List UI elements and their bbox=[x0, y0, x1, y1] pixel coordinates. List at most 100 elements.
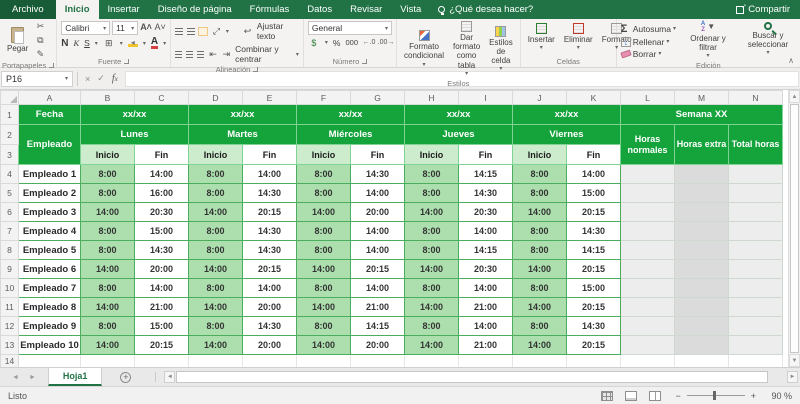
cell-E8[interactable]: 14:30 bbox=[242, 240, 297, 260]
cell-B11[interactable]: 14:00 bbox=[80, 297, 135, 317]
autosum-button[interactable]: Σ Autosuma ▾ bbox=[621, 23, 676, 35]
cell-L7[interactable] bbox=[620, 221, 675, 241]
row-header-12[interactable]: 12 bbox=[0, 316, 19, 336]
cell-K12[interactable]: 14:30 bbox=[566, 316, 621, 336]
cell-H1[interactable]: xx/xx bbox=[404, 104, 513, 125]
cell-L10[interactable] bbox=[620, 278, 675, 298]
cell-L5[interactable] bbox=[620, 183, 675, 203]
tab-vista[interactable]: Vista bbox=[391, 0, 430, 19]
tab-inicio[interactable]: Inicio bbox=[55, 0, 99, 19]
row-header-2[interactable]: 2 bbox=[0, 124, 19, 145]
vertical-scrollbar[interactable]: ▲ ▼ bbox=[788, 90, 800, 367]
tab-formulas[interactable]: Fórmulas bbox=[241, 0, 299, 19]
increase-font-icon[interactable]: A˄ bbox=[140, 21, 152, 32]
cell-K4[interactable]: 14:00 bbox=[566, 164, 621, 184]
cell-F1[interactable]: xx/xx bbox=[296, 104, 405, 125]
scroll-up-button[interactable]: ▲ bbox=[789, 90, 800, 103]
cell-G8[interactable]: 14:00 bbox=[350, 240, 405, 260]
cell-H8[interactable]: 8:00 bbox=[404, 240, 459, 260]
cell-M7[interactable] bbox=[674, 221, 729, 241]
cell-N8[interactable] bbox=[728, 240, 783, 260]
cell-N5[interactable] bbox=[728, 183, 783, 203]
column-header-E[interactable]: E bbox=[242, 90, 297, 105]
tab-diseno-de-pagina[interactable]: Diseño de página bbox=[149, 0, 241, 19]
cell-A12[interactable]: Empleado 9 bbox=[18, 316, 81, 336]
cell-H3[interactable]: Inicio bbox=[404, 144, 459, 165]
cell-F9[interactable]: 14:00 bbox=[296, 259, 351, 279]
cell-H4[interactable]: 8:00 bbox=[404, 164, 459, 184]
cell-C9[interactable]: 20:00 bbox=[134, 259, 189, 279]
decrease-indent-icon[interactable]: ⇤ bbox=[208, 49, 217, 60]
scroll-down-button[interactable]: ▼ bbox=[789, 354, 800, 367]
horizontal-scroll-thumb[interactable] bbox=[176, 371, 768, 383]
enter-icon[interactable]: ✓ bbox=[97, 73, 105, 84]
borders-icon[interactable]: ⊞ bbox=[103, 38, 115, 49]
cell-I4[interactable]: 14:15 bbox=[458, 164, 513, 184]
cell-M2[interactable]: Horas extra bbox=[674, 124, 729, 165]
page-layout-view-icon[interactable] bbox=[625, 390, 638, 401]
row-header-6[interactable]: 6 bbox=[0, 202, 19, 222]
cell-J5[interactable]: 8:00 bbox=[512, 183, 567, 203]
cell-C6[interactable]: 20:30 bbox=[134, 202, 189, 222]
cancel-icon[interactable]: × bbox=[85, 74, 90, 84]
copy-icon[interactable]: ⧉ bbox=[34, 35, 46, 46]
tell-me-box[interactable]: ¿Qué desea hacer? bbox=[430, 0, 541, 19]
select-all-corner[interactable] bbox=[0, 90, 19, 105]
cut-icon[interactable]: ✂ bbox=[34, 21, 46, 32]
cell-J10[interactable]: 8:00 bbox=[512, 278, 567, 298]
cell-N6[interactable] bbox=[728, 202, 783, 222]
cell-L2[interactable]: Horas normales bbox=[620, 124, 675, 165]
cell-H7[interactable]: 8:00 bbox=[404, 221, 459, 241]
cell-I3[interactable]: Fin bbox=[458, 144, 513, 165]
cell-D8[interactable]: 8:00 bbox=[188, 240, 243, 260]
cell-H9[interactable]: 14:00 bbox=[404, 259, 459, 279]
cell-M9[interactable] bbox=[674, 259, 729, 279]
align-bottom-icon[interactable] bbox=[198, 26, 209, 36]
row-header-13[interactable]: 13 bbox=[0, 335, 19, 355]
column-header-K[interactable]: K bbox=[566, 90, 621, 105]
row-header-10[interactable]: 10 bbox=[0, 278, 19, 298]
increase-indent-icon[interactable]: ⇥ bbox=[222, 49, 231, 60]
cell-K3[interactable]: Fin bbox=[566, 144, 621, 165]
cell-J2[interactable]: Viernes bbox=[512, 124, 621, 145]
cell-K9[interactable]: 20:15 bbox=[566, 259, 621, 279]
cell-G14[interactable] bbox=[350, 354, 405, 367]
column-header-F[interactable]: F bbox=[296, 90, 351, 105]
decrease-decimal-icon[interactable]: .00→ bbox=[378, 37, 395, 48]
page-break-view-icon[interactable] bbox=[649, 390, 662, 401]
cell-A6[interactable]: Empleado 3 bbox=[18, 202, 81, 222]
cell-A1[interactable]: Fecha bbox=[18, 104, 81, 125]
wrap-text-icon[interactable]: ↩ bbox=[242, 26, 253, 37]
cell-N11[interactable] bbox=[728, 297, 783, 317]
row-header-1[interactable]: 1 bbox=[0, 104, 19, 125]
cell-J3[interactable]: Inicio bbox=[512, 144, 567, 165]
find-select-button[interactable]: Buscar y seleccionar ▾ bbox=[740, 22, 796, 57]
previous-sheet-icon[interactable]: ◄ bbox=[12, 374, 19, 381]
row-header-5[interactable]: 5 bbox=[0, 183, 19, 203]
cell-G4[interactable]: 14:30 bbox=[350, 164, 405, 184]
collapse-ribbon-button[interactable]: ∧ bbox=[788, 56, 794, 65]
cell-E3[interactable]: Fin bbox=[242, 144, 297, 165]
italic-button[interactable]: K bbox=[73, 38, 79, 48]
cell-L14[interactable] bbox=[620, 354, 675, 367]
cell-I8[interactable]: 14:15 bbox=[458, 240, 513, 260]
cell-H6[interactable]: 14:00 bbox=[404, 202, 459, 222]
column-header-I[interactable]: I bbox=[458, 90, 513, 105]
cell-A9[interactable]: Empleado 6 bbox=[18, 259, 81, 279]
cell-L1[interactable]: Semana XX bbox=[620, 104, 783, 125]
cell-K10[interactable]: 15:00 bbox=[566, 278, 621, 298]
cell-D12[interactable]: 8:00 bbox=[188, 316, 243, 336]
cell-D5[interactable]: 8:00 bbox=[188, 183, 243, 203]
tab-insertar[interactable]: Insertar bbox=[99, 0, 149, 19]
cell-E13[interactable]: 20:00 bbox=[242, 335, 297, 355]
cell-B1[interactable]: xx/xx bbox=[80, 104, 189, 125]
cell-N2[interactable]: Total horas bbox=[728, 124, 783, 165]
cell-B12[interactable]: 8:00 bbox=[80, 316, 135, 336]
cell-A13[interactable]: Empleado 10 bbox=[18, 335, 81, 355]
font-color-icon[interactable]: A bbox=[150, 37, 159, 49]
cell-D14[interactable] bbox=[188, 354, 243, 367]
fuente-dialog-launcher[interactable] bbox=[124, 58, 130, 64]
cell-A4[interactable]: Empleado 1 bbox=[18, 164, 81, 184]
cell-B9[interactable]: 14:00 bbox=[80, 259, 135, 279]
cell-K7[interactable]: 14:30 bbox=[566, 221, 621, 241]
